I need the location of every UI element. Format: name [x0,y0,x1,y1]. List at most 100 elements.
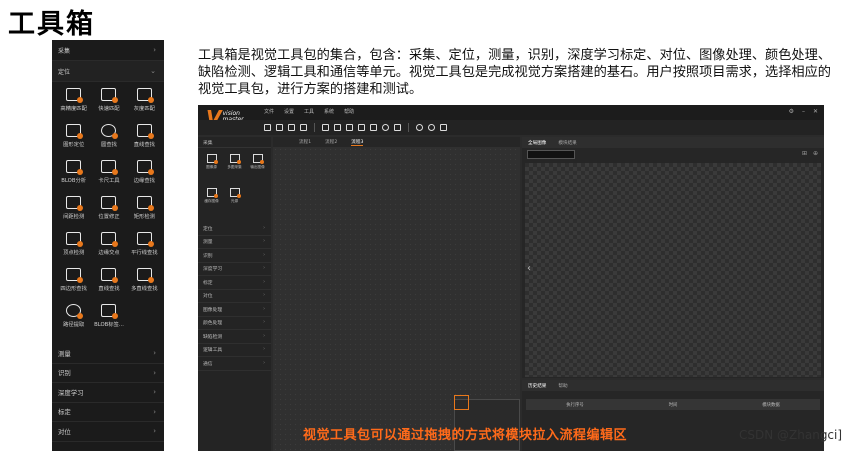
sidebar-category[interactable]: 逻辑工具 › [198,344,271,357]
sidebar-category[interactable]: 识别 › [198,249,271,263]
sidebar-category[interactable]: 深度学习 › [198,263,271,276]
menu-item-tools[interactable]: 工具 [304,108,314,115]
tool-item[interactable]: 位置修正 [91,196,126,226]
page-title: 工具箱 [8,9,95,40]
chevron-right-icon: › [263,252,265,258]
tool-item[interactable]: BLOB标签... [91,304,126,334]
sidebar-category[interactable]: 标定 › [198,276,271,290]
tool-item[interactable]: 灰度匹配 [127,88,162,118]
edge-intersect-icon [101,232,119,247]
tool-item[interactable]: 直线查找 [91,268,126,298]
image-tools: ⊞ ⊕ [802,150,818,157]
controller-icon[interactable] [370,124,377,131]
parallel-line-icon [136,232,154,247]
sidebar-category[interactable]: 对位 › [198,290,271,303]
tool-item[interactable]: 矩形检测 [127,196,162,226]
tab-flow-1[interactable]: 流程1 [299,139,311,145]
chevron-down-icon: ⌄ [150,67,156,75]
sidebar-category[interactable]: 通信 › [198,357,271,371]
rect-detect-icon [136,196,154,211]
stop-icon[interactable] [440,124,447,131]
tool-item[interactable]: 直线查找 [127,124,162,154]
tool-item[interactable]: 卡尺工具 [91,160,126,190]
run-once-icon[interactable] [416,124,423,131]
category-label: 定位 [58,68,71,76]
toolbox-category[interactable]: 标定 › [52,403,164,422]
global-script-icon[interactable] [346,124,353,131]
tool-item[interactable]: 快速匹配 [91,88,126,118]
column-header: 时间 [668,402,678,408]
toolbox-category[interactable]: 识别 › [52,364,164,383]
new-solution-icon[interactable] [264,124,271,131]
close-icon[interactable]: ✕ [813,108,818,115]
sidebar-tool[interactable]: 光源 [223,188,246,216]
chevron-right-icon: › [263,360,265,366]
tab-global-image[interactable]: 全局图像 [528,140,546,146]
chevron-left-icon[interactable]: ‹ [527,263,531,274]
dragged-module-node[interactable] [454,395,469,410]
toolbox-category-acquisition[interactable]: 采集 › [52,40,164,61]
chevron-right-icon: › [153,349,156,358]
global-variable-icon[interactable] [334,124,341,131]
tool-item[interactable]: 图形定位 [56,124,91,154]
communication-icon[interactable] [358,124,365,131]
chevron-right-icon: › [153,388,156,397]
image-source-select[interactable] [527,150,575,159]
tab-module-result[interactable]: 模块结果 [558,140,576,146]
image-display-area[interactable] [525,163,821,377]
sidebar-tool[interactable]: 缓存图像 [200,188,223,216]
tool-item[interactable]: 路径提取 [56,304,91,334]
output-image-icon [252,154,264,164]
sidebar-category[interactable]: 定位 › [198,222,271,236]
sidebar-tool[interactable]: 图像源 [200,154,223,182]
toolbox-tool-grid: 高精度匹配 快速匹配 灰度匹配 图形定位 圆查找 直线查找 BLOB分析 卡尺工… [52,82,164,344]
tool-item[interactable]: 边缘查找 [127,160,162,190]
tool-item[interactable]: 平行线查找 [127,232,162,262]
sidebar-head[interactable]: 采集 [198,137,271,148]
tab-help[interactable]: 帮助 [558,383,567,389]
tool-item[interactable]: 边缘交点 [91,232,126,262]
tab-flow-3[interactable]: 流程3 [351,139,364,146]
save-as-icon[interactable] [300,124,307,131]
menu-item-system[interactable]: 系统 [324,108,334,115]
column-header: 执行序号 [566,402,584,408]
tool-item[interactable]: BLOB分析 [56,160,91,190]
toolbox-category[interactable]: 对位 › [52,422,164,442]
toolbox-category[interactable]: 深度学习 › [52,383,164,403]
flow-edit-canvas[interactable]: 流程1 流程2 流程3 [273,137,520,451]
chevron-right-icon: › [153,427,156,436]
chevron-right-icon: › [263,279,265,285]
tool-item[interactable]: 四边形查找 [56,268,91,298]
tool-item[interactable]: 顶点检测 [56,232,91,262]
chevron-right-icon: › [263,266,265,272]
menu-item-help[interactable]: 帮助 [344,108,354,115]
sidebar-tool[interactable]: 多图采集 [223,154,246,182]
sidebar-category[interactable]: 测量 › [198,236,271,249]
settings-icon[interactable]: ⚙ [789,108,794,115]
minimize-icon[interactable]: – [802,108,805,115]
sidebar-category[interactable]: 图像处理 › [198,303,271,317]
tool-item[interactable]: 高精度匹配 [56,88,91,118]
ui-design-icon[interactable] [394,124,401,131]
tab-history-result[interactable]: 历史结果 [528,383,546,389]
menu-item-file[interactable]: 文件 [264,108,274,115]
trigger-icon[interactable] [382,124,389,131]
sidebar-category[interactable]: 颜色处理 › [198,317,271,330]
tool-item[interactable]: 多直线查找 [127,268,162,298]
result-table-header: 执行序号 时间 模块数据 [526,399,820,410]
tool-item[interactable]: 间距检测 [56,196,91,226]
tab-flow-2[interactable]: 流程2 [325,139,337,145]
zoom-icon[interactable]: ⊕ [813,150,818,157]
menu-item-settings[interactable]: 设置 [284,108,294,115]
toolbox-category-location[interactable]: 定位 ⌄ [52,61,164,82]
sidebar-category[interactable]: 缺陷检测 › [198,330,271,344]
toolbox-category[interactable]: 测量 › [52,344,164,364]
sidebar-tool[interactable]: 输出图像 [246,154,269,182]
tool-item[interactable]: 圆查找 [91,124,126,154]
camera-icon[interactable] [322,124,329,131]
open-icon[interactable] [276,124,283,131]
fit-icon[interactable]: ⊞ [802,150,807,157]
chevron-right-icon: › [263,333,265,339]
save-icon[interactable] [288,124,295,131]
run-continuous-icon[interactable] [428,124,435,131]
